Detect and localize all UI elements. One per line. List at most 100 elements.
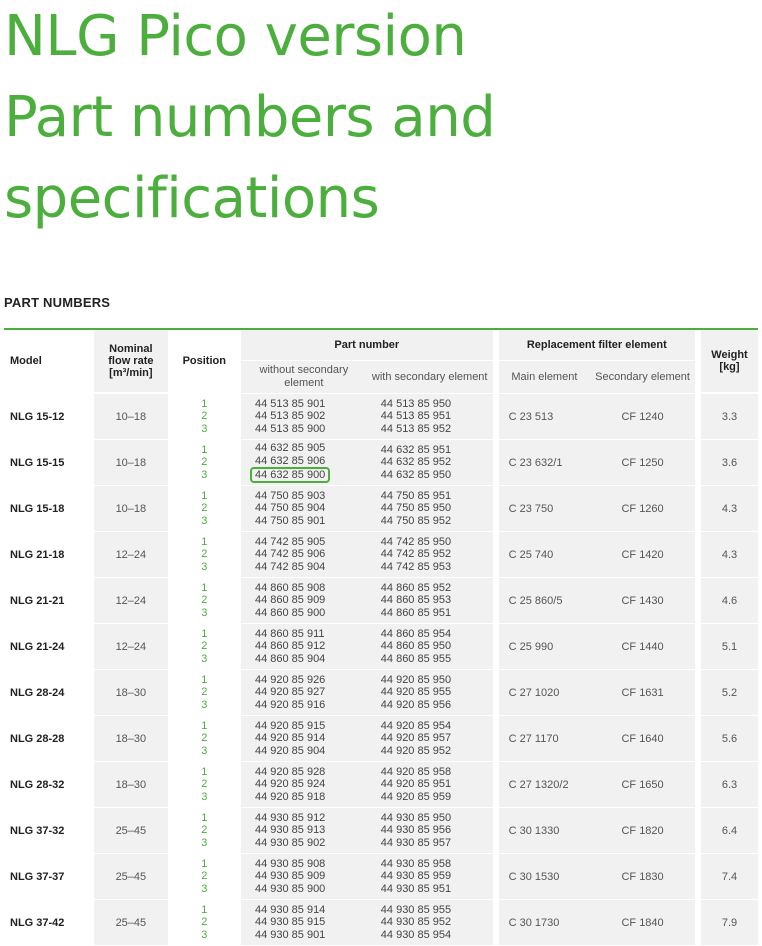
part-with-secondary-cell-line: 44 860 85 954	[381, 628, 493, 641]
part-without-secondary-cell-value: 44 750 85 901	[254, 514, 326, 527]
position-cell: 123	[167, 899, 241, 945]
weight-cell: 3.3	[695, 393, 758, 439]
position-cell-line: 3	[168, 883, 241, 896]
part-with-secondary-cell: 44 930 85 958 44 930 85 959 44 930 85 951	[366, 853, 493, 899]
part-without-secondary-cell-value: 44 750 85 903	[254, 489, 326, 502]
flow-rate-cell: 18–30	[94, 715, 168, 761]
table-row: NLG 28-24 18–30 1 2 3 44 920 85 926 44 920 85 …	[4, 669, 758, 715]
part-without-secondary-cell-value: 44 750 85 904	[254, 502, 326, 515]
part-without-secondary-cell-line: 44 513 85 902	[255, 410, 367, 423]
position-cell-line: 1	[168, 444, 241, 457]
part-with-secondary-cell-line: 44 860 85 951	[381, 607, 493, 620]
part-without-secondary-cell-line: 44 930 85 915	[255, 916, 367, 929]
part-with-secondary-cell: 44 513 85 950 44 513 85 951 44 513 85 952	[366, 393, 493, 439]
main-element-cell: C 25 990	[492, 623, 591, 669]
position-cell: 123	[167, 485, 241, 531]
part-with-secondary-cell-value: 44 513 85 950	[380, 397, 452, 410]
flow-rate-cell: 18–30	[94, 761, 168, 807]
part-with-secondary-cell-value: 44 750 85 951	[380, 489, 452, 502]
part-with-secondary-cell-value: 44 930 85 952	[380, 916, 452, 929]
main-element-cell: C 23 750	[492, 485, 591, 531]
header-part-number: Part number	[240, 330, 493, 361]
part-with-secondary-cell-value: 44 860 85 950	[380, 640, 452, 653]
position-cell-line: 1	[168, 858, 241, 871]
part-with-secondary-cell: 44 920 85 954 44 920 85 957 44 920 85 952	[366, 715, 493, 761]
part-without-secondary-cell-line: 44 742 85 906	[255, 548, 367, 561]
part-with-secondary-cell-value: 44 930 85 959	[380, 870, 452, 883]
part-without-secondary-cell-line: 44 930 85 908	[255, 858, 367, 871]
position-cell-value: 1	[201, 811, 208, 824]
part-without-secondary-cell-line: 44 920 85 904	[255, 745, 367, 758]
position-cell-value: 1	[201, 443, 208, 456]
position-cell-value: 2	[201, 502, 208, 515]
position-cell-value: 1	[201, 397, 208, 410]
position-cell-line: 3	[168, 699, 241, 712]
part-without-secondary-cell-value: 44 513 85 901	[254, 397, 326, 410]
position-cell: 123	[167, 531, 241, 577]
part-without-secondary-cell-value: 44 632 85 905	[254, 442, 326, 454]
part-with-secondary-cell: 44 920 85 950 44 920 85 955 44 920 85 956	[366, 669, 493, 715]
position-cell-value: 3	[201, 836, 208, 849]
weight-cell: 4.3	[695, 485, 758, 531]
part-without-secondary-cell-line: 44 860 85 911	[255, 628, 367, 641]
flow-rate-cell: 12–24	[94, 577, 168, 623]
part-with-secondary-cell-value: 44 742 85 950	[380, 535, 452, 548]
part-without-secondary-cell-line: 44 930 85 912	[255, 812, 367, 825]
part-without-secondary-cell-value: 44 860 85 912	[254, 640, 326, 653]
table-row: NLG 37-42 25–45 1 2 3 44 930 85 914 44 930 85 …	[4, 899, 758, 945]
part-without-secondary-cell-line: 44 860 85 908	[255, 582, 367, 595]
part-without-secondary-cell-value: 44 930 85 915	[254, 916, 326, 929]
part-without-secondary-cell-line: 44 930 85 900	[255, 883, 367, 896]
main-element-cell: C 30 1530	[492, 853, 591, 899]
table-row: NLG 21-21 12–24 1 2 3 44 860 85 908 44 860 85 …	[4, 577, 758, 623]
main-element-cell: C 25 860/5	[492, 577, 591, 623]
position-cell-line: 1	[168, 398, 241, 411]
flow-rate-cell: 10–18	[94, 485, 168, 531]
header-with-secondary: with secondary element	[366, 361, 493, 393]
part-without-secondary-cell-line: 44 930 85 913	[255, 824, 367, 837]
part-with-secondary-cell-value: 44 930 85 955	[380, 903, 452, 916]
position-cell-line: 1	[168, 674, 241, 687]
position-cell-value: 3	[201, 698, 208, 711]
part-with-secondary-cell-line: 44 920 85 952	[381, 745, 493, 758]
position-cell-value: 1	[201, 489, 208, 502]
position-cell-line: 3	[168, 515, 241, 528]
part-with-secondary-cell-value: 44 513 85 951	[380, 410, 452, 423]
position-cell: 123	[167, 577, 241, 623]
part-without-secondary-cell-value: 44 930 85 909	[254, 870, 326, 883]
part-with-secondary-cell-value: 44 742 85 953	[380, 560, 452, 573]
title-line-2: Part numbers and	[4, 85, 496, 150]
position-cell-line: 1	[168, 766, 241, 779]
part-with-secondary-cell-value: 44 750 85 950	[380, 502, 452, 515]
part-without-secondary-cell: 44 742 85 905 44 742 85 906 44 742 85 904	[240, 531, 367, 577]
table-body: NLG 15-12 10–18 1 2 3 44 513 85 901 44 513 85 …	[4, 393, 758, 945]
part-with-secondary-cell-line: 44 742 85 953	[381, 561, 493, 574]
position-cell: 123	[167, 623, 241, 669]
header-weight-line1: Weight	[711, 349, 748, 361]
part-without-secondary-cell-value: 44 920 85 927	[254, 686, 326, 699]
part-without-secondary-cell-line: 44 860 85 904	[255, 653, 367, 666]
position-cell-line: 2	[168, 686, 241, 699]
part-without-secondary-cell-value: 44 920 85 904	[254, 744, 326, 757]
part-without-secondary-cell-line: 44 513 85 900	[255, 423, 367, 436]
part-with-secondary-cell-line: 44 632 85 951	[381, 444, 493, 457]
position-cell-value: 1	[201, 857, 208, 870]
part-with-secondary-cell-line: 44 860 85 950	[381, 640, 493, 653]
header-model: Model	[4, 330, 95, 393]
model-cell: NLG 15-18	[4, 485, 95, 531]
secondary-element-cell: CF 1650	[590, 761, 695, 807]
part-with-secondary-cell-value: 44 930 85 958	[380, 857, 452, 870]
part-without-secondary-cell-value: 44 930 85 902	[254, 836, 326, 849]
weight-cell: 3.6	[695, 439, 758, 485]
position-cell-value: 1	[201, 581, 208, 594]
position-cell-value: 2	[201, 594, 208, 607]
position-cell-value: 1	[201, 719, 208, 732]
part-with-secondary-cell-value: 44 742 85 952	[380, 548, 452, 561]
part-with-secondary-cell-line: 44 930 85 957	[381, 837, 493, 850]
part-without-secondary-cell-line: 44 930 85 902	[255, 837, 367, 850]
part-without-secondary-cell-line: 44 632 85 900	[249, 467, 367, 483]
part-with-secondary-cell-value: 44 920 85 959	[380, 790, 452, 803]
position-cell-line: 2	[168, 778, 241, 791]
part-without-secondary-cell: 44 750 85 903 44 750 85 904 44 750 85 901	[240, 485, 367, 531]
position-cell-value: 2	[201, 732, 208, 745]
